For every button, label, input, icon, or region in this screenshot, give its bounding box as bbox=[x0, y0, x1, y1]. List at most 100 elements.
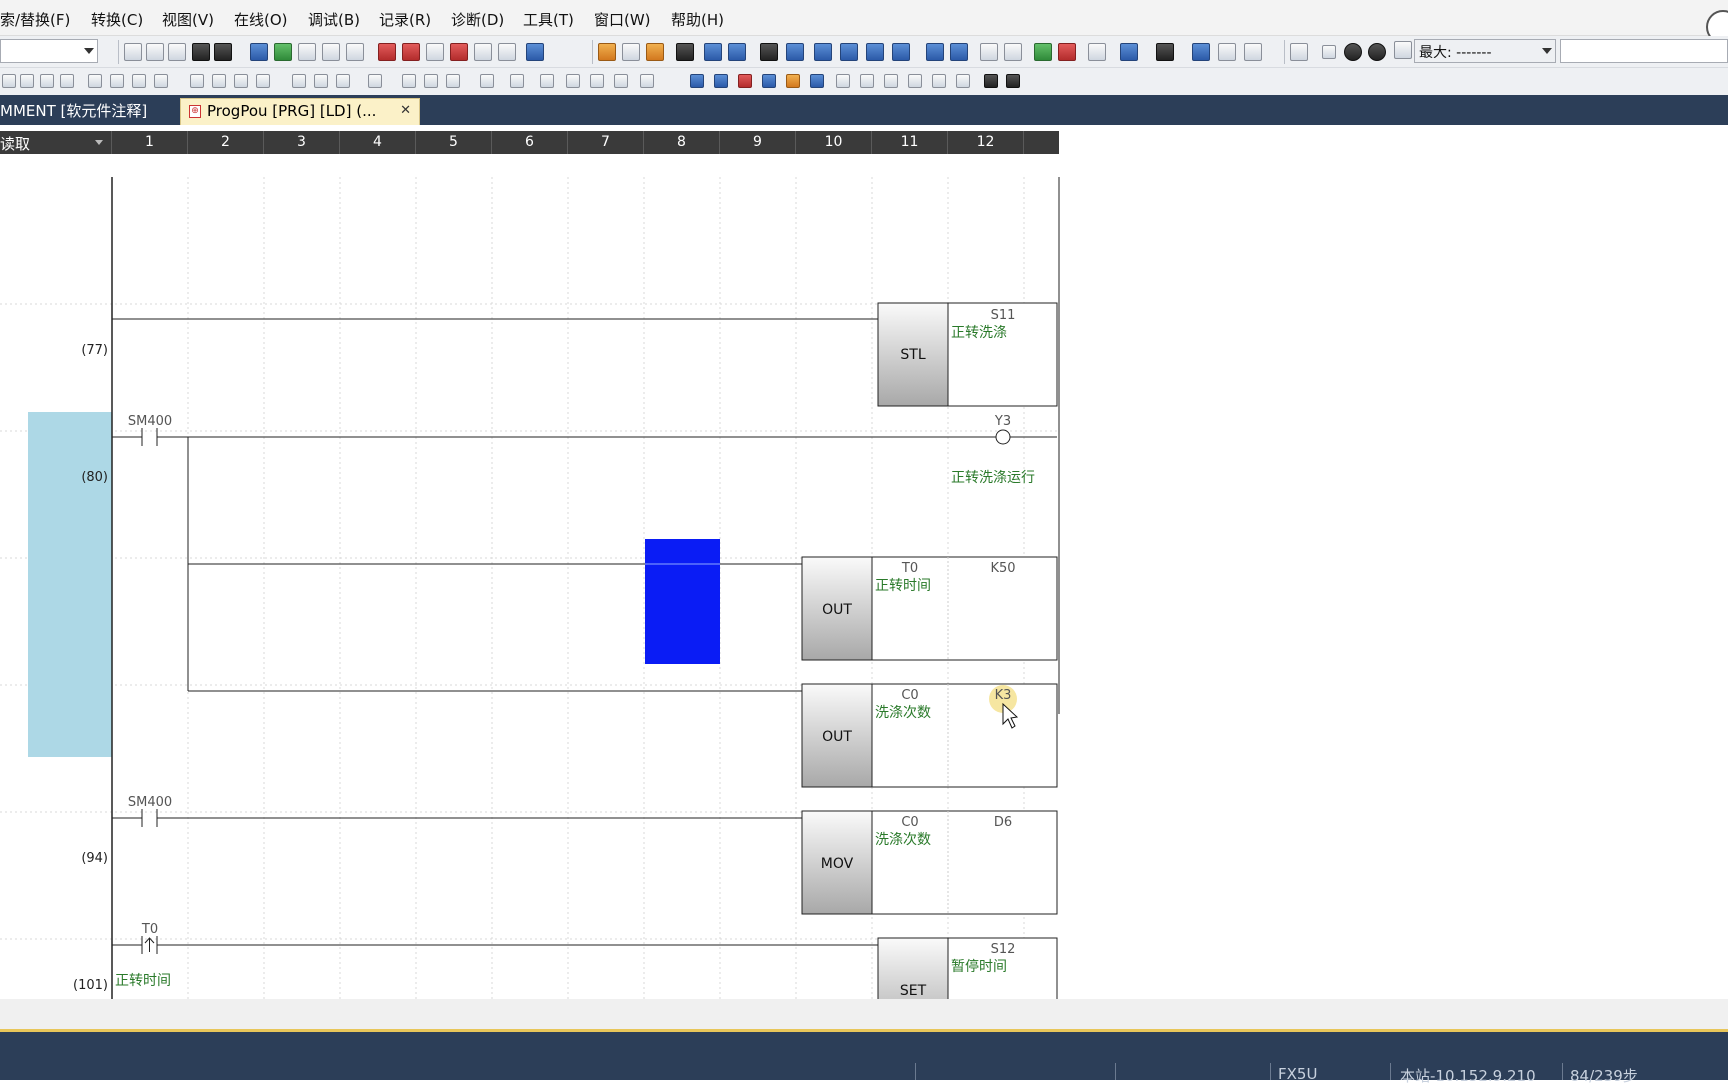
dev-mon-icon[interactable] bbox=[762, 74, 776, 88]
print-icon[interactable] bbox=[346, 43, 364, 61]
menu-window[interactable]: 窗口(W) bbox=[594, 9, 651, 30]
output-icon[interactable] bbox=[646, 43, 664, 61]
caf5-icon[interactable] bbox=[314, 74, 328, 88]
set-instruction[interactable]: SET S12 暂停时间 bbox=[877, 937, 1058, 999]
saf5-icon[interactable] bbox=[190, 74, 204, 88]
merge-icon[interactable] bbox=[1006, 74, 1020, 88]
stop-square-icon[interactable] bbox=[1322, 45, 1336, 59]
watch-icon[interactable] bbox=[980, 43, 998, 61]
dev-batch-icon[interactable] bbox=[892, 43, 910, 61]
horizontal-scroll-area[interactable] bbox=[0, 999, 1728, 1029]
split-icon[interactable] bbox=[984, 74, 998, 88]
comment-icon[interactable] bbox=[480, 74, 494, 88]
mov-instruction[interactable]: MOV C0 洗涤次数 D6 bbox=[801, 810, 1058, 915]
align-right-icon[interactable] bbox=[932, 74, 946, 88]
af5-icon[interactable] bbox=[292, 74, 306, 88]
dev-verify-icon[interactable] bbox=[866, 43, 884, 61]
saf6-icon[interactable] bbox=[212, 74, 226, 88]
menu-debug[interactable]: 调试(B) bbox=[308, 9, 360, 30]
copy-icon[interactable] bbox=[146, 43, 164, 61]
line-delete-icon[interactable] bbox=[424, 74, 438, 88]
cf10-icon[interactable] bbox=[60, 74, 74, 88]
check-all-icon[interactable] bbox=[1368, 43, 1386, 61]
af8-icon[interactable] bbox=[154, 74, 168, 88]
align-left-icon[interactable] bbox=[908, 74, 922, 88]
max-combo[interactable] bbox=[1414, 39, 1556, 63]
sf-contact-icon[interactable] bbox=[2, 74, 16, 88]
table-view-icon[interactable] bbox=[728, 43, 746, 61]
tab-program-ladder[interactable]: ⊕ ProgPou [PRG] [LD] (... ✕ bbox=[180, 98, 420, 125]
ladder-search-icon[interactable] bbox=[690, 74, 704, 88]
sf8-icon[interactable] bbox=[110, 74, 124, 88]
menu-convert[interactable]: 转换(C) bbox=[91, 9, 143, 30]
selected-rung-highlight[interactable] bbox=[28, 412, 112, 757]
find-window-icon[interactable] bbox=[786, 43, 804, 61]
convert-all-icon[interactable] bbox=[298, 43, 316, 61]
dev-write-icon[interactable] bbox=[814, 43, 832, 61]
check-icon[interactable] bbox=[1058, 43, 1076, 61]
menu-find-replace[interactable]: 索/替换(F) bbox=[0, 9, 70, 30]
close-icon[interactable]: ✕ bbox=[400, 99, 411, 123]
binoculars-icon[interactable] bbox=[760, 43, 778, 61]
display-icon[interactable] bbox=[1290, 43, 1308, 61]
cut-icon[interactable] bbox=[124, 43, 142, 61]
line-draw-icon[interactable] bbox=[446, 74, 460, 88]
trace-icon[interactable] bbox=[738, 74, 752, 88]
device-icon[interactable] bbox=[1156, 43, 1174, 61]
cell-cursor[interactable] bbox=[645, 539, 720, 664]
out-timer-instruction[interactable]: OUT T0 正转时间 K50 bbox=[801, 556, 1058, 661]
zoom-out-icon[interactable] bbox=[614, 74, 628, 88]
note-icon[interactable] bbox=[540, 74, 554, 88]
dev-read-icon[interactable] bbox=[840, 43, 858, 61]
navigation-icon[interactable] bbox=[598, 43, 616, 61]
search-window-icon[interactable] bbox=[1192, 43, 1210, 61]
saf7-icon[interactable] bbox=[234, 74, 248, 88]
replace-icon[interactable] bbox=[1218, 43, 1236, 61]
af7-icon[interactable] bbox=[132, 74, 146, 88]
verify-plc-icon[interactable] bbox=[426, 43, 444, 61]
read-plc-icon[interactable] bbox=[402, 43, 420, 61]
out-counter-instruction[interactable]: OUT C0 洗涤次数 K3 bbox=[801, 683, 1058, 788]
menu-record[interactable]: 记录(R) bbox=[379, 9, 431, 30]
outdent-icon[interactable] bbox=[860, 74, 874, 88]
module-icon[interactable] bbox=[676, 43, 694, 61]
write-plc-icon[interactable] bbox=[378, 43, 396, 61]
caf10-icon[interactable] bbox=[336, 74, 350, 88]
element-list-icon[interactable] bbox=[622, 43, 640, 61]
check-circle-icon[interactable] bbox=[1344, 43, 1362, 61]
zoom-icon[interactable] bbox=[322, 43, 340, 61]
list-icon[interactable] bbox=[884, 74, 898, 88]
search-icon[interactable] bbox=[566, 74, 580, 88]
output-coil[interactable]: Y3 正转洗涤运行 bbox=[951, 414, 1057, 486]
tree-icon[interactable] bbox=[956, 74, 970, 88]
monitor-start-icon[interactable] bbox=[450, 43, 468, 61]
simulation-stop-icon[interactable] bbox=[950, 43, 968, 61]
saf8-icon[interactable] bbox=[256, 74, 270, 88]
highlight-icon[interactable] bbox=[786, 74, 800, 88]
watch-register-icon[interactable] bbox=[1004, 43, 1022, 61]
statement-icon[interactable] bbox=[510, 74, 524, 88]
line-icon[interactable] bbox=[402, 74, 416, 88]
menu-view[interactable]: 视图(V) bbox=[162, 9, 214, 30]
menu-tools[interactable]: 工具(T) bbox=[523, 9, 574, 30]
mode-selector[interactable]: 读取 bbox=[0, 131, 112, 154]
monitor-icon[interactable] bbox=[1120, 43, 1138, 61]
step-icon[interactable] bbox=[1088, 43, 1106, 61]
modify-value-icon[interactable] bbox=[1034, 43, 1052, 61]
tab-device-comment[interactable]: MMENT [软元件注释] bbox=[0, 100, 147, 125]
jump-icon[interactable] bbox=[714, 74, 728, 88]
instruction-icon[interactable] bbox=[368, 74, 382, 88]
undo-icon[interactable] bbox=[192, 43, 210, 61]
cf9-icon[interactable] bbox=[40, 74, 54, 88]
search-box[interactable] bbox=[1560, 39, 1728, 63]
zoom-in-icon[interactable] bbox=[590, 74, 604, 88]
sf7-icon[interactable] bbox=[88, 74, 102, 88]
indent-icon[interactable] bbox=[836, 74, 850, 88]
project-combo[interactable] bbox=[0, 39, 98, 63]
ladder-diagram[interactable]: (77) STL S11 正转洗涤 (80) SM400 Y3 正转洗涤运行 O… bbox=[0, 154, 1060, 999]
stl-instruction[interactable]: STL S11 正转洗涤 bbox=[877, 302, 1058, 407]
return-icon[interactable] bbox=[1394, 41, 1412, 59]
cross-ref-icon[interactable] bbox=[1244, 43, 1262, 61]
sf9-icon[interactable] bbox=[20, 74, 34, 88]
list-view-icon[interactable] bbox=[704, 43, 722, 61]
